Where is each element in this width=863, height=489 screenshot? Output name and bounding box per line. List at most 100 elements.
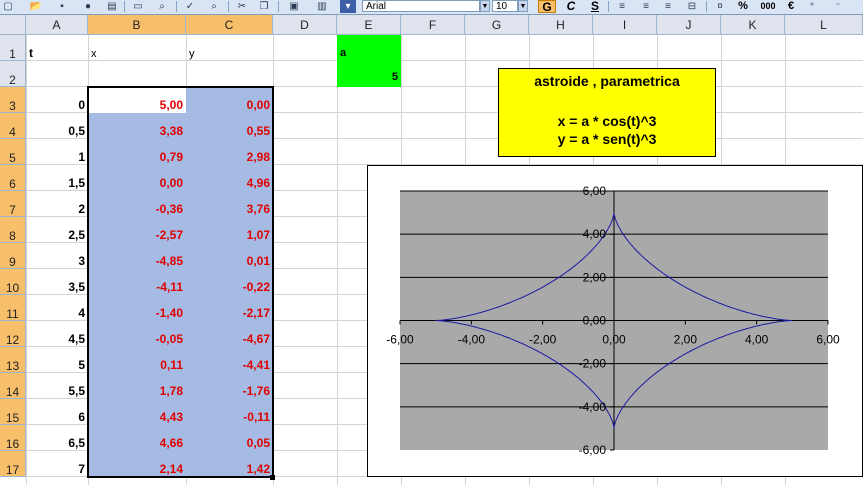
cell-x-value[interactable]: -4,11 — [88, 269, 186, 295]
column-header-h[interactable]: H — [529, 15, 593, 35]
cell-x-value[interactable]: 0,79 — [88, 139, 186, 165]
cell-c1-y-label[interactable]: y — [186, 35, 273, 61]
align-right-icon[interactable]: ≡ — [660, 0, 676, 13]
merge-center-icon[interactable]: ⊟ — [684, 0, 700, 13]
row-header-4[interactable]: 4 — [0, 113, 26, 139]
column-header-d[interactable]: D — [273, 15, 337, 35]
embedded-chart[interactable]: -6,00 -4,00 -2,00 0,00 2,00 4,00 6,00 6,00 4,00 2… — [367, 165, 863, 477]
row-header-11[interactable]: 11 — [0, 295, 26, 321]
cell-x-value[interactable]: 0,11 — [88, 347, 186, 373]
toolbar-options-icon[interactable]: ▾ — [340, 0, 356, 13]
cell-y-value[interactable]: 0,55 — [186, 113, 273, 139]
copy-icon[interactable]: ✂ — [234, 0, 250, 13]
cell-t-value[interactable]: 4,5 — [26, 321, 88, 347]
column-header-i[interactable]: I — [593, 15, 657, 35]
row-header-10[interactable]: 10 — [0, 269, 26, 295]
row-header-6[interactable]: 6 — [0, 165, 26, 191]
cell-x-value[interactable]: -0,36 — [88, 191, 186, 217]
cell-y-value[interactable]: -4,67 — [186, 321, 273, 347]
cell-t-value[interactable]: 2 — [26, 191, 88, 217]
row-header-2[interactable]: 2 — [0, 61, 26, 87]
cell-y-value[interactable]: -4,41 — [186, 347, 273, 373]
increase-decimal-icon[interactable]: ⁺ — [804, 0, 820, 13]
paste-icon[interactable]: ❐ — [256, 0, 272, 13]
italic-button[interactable]: C — [562, 0, 580, 13]
drawing-icon[interactable]: ▥ — [314, 0, 330, 13]
cell-t-value[interactable]: 0 — [26, 87, 88, 113]
cell-t-value[interactable]: 4 — [26, 295, 88, 321]
cell-x-value[interactable]: 2,14 — [88, 451, 186, 477]
cell-t-value[interactable]: 0,5 — [26, 113, 88, 139]
align-left-icon[interactable]: ≡ — [614, 0, 630, 13]
row-header-12[interactable]: 12 — [0, 321, 26, 347]
row-header-17[interactable]: 17 — [0, 451, 26, 477]
cell-x-value[interactable]: 0,00 — [88, 165, 186, 191]
cell-x-value[interactable]: -2,57 — [88, 217, 186, 243]
cell-y-value[interactable]: 0,05 — [186, 425, 273, 451]
underline-button[interactable]: S — [586, 0, 604, 13]
cell-y-value[interactable]: -1,76 — [186, 373, 273, 399]
cell-a1-t-label[interactable]: t — [26, 35, 88, 61]
cell-x-value[interactable]: -4,85 — [88, 243, 186, 269]
chart-wizard-icon[interactable]: ▣ — [286, 0, 302, 13]
bold-button[interactable]: G — [538, 0, 556, 14]
permission-icon[interactable]: ● — [80, 0, 96, 13]
font-size-dropdown-icon[interactable]: ▼ — [518, 0, 528, 12]
column-header-a[interactable]: A — [26, 15, 88, 35]
print-preview-icon[interactable]: ▭ — [130, 0, 146, 13]
font-name-dropdown-icon[interactable]: ▼ — [480, 0, 490, 12]
cell-x-value[interactable]: 1,78 — [88, 373, 186, 399]
column-header-c[interactable]: C — [186, 15, 273, 35]
cell-t-value[interactable]: 2,5 — [26, 217, 88, 243]
euro-button[interactable]: € — [782, 0, 800, 13]
print-icon[interactable]: ▤ — [104, 0, 120, 13]
cell-y-value[interactable]: -0,22 — [186, 269, 273, 295]
cell-y-value[interactable]: 4,96 — [186, 165, 273, 191]
cell-y-value[interactable]: 0,00 — [186, 87, 273, 113]
decrease-decimal-icon[interactable]: ⁻ — [830, 0, 846, 13]
cell-t-value[interactable]: 3,5 — [26, 269, 88, 295]
row-header-14[interactable]: 14 — [0, 373, 26, 399]
cell-x-value[interactable]: -1,40 — [88, 295, 186, 321]
row-header-5[interactable]: 5 — [0, 139, 26, 165]
row-header-1[interactable]: 1 — [0, 35, 26, 61]
cell-e1-e2-parameter-a[interactable]: a 5 — [337, 35, 401, 87]
research-icon[interactable]: ✓ — [182, 0, 198, 13]
cell-t-value[interactable]: 6 — [26, 399, 88, 425]
thousands-button[interactable]: 000 — [756, 0, 780, 13]
cell-y-value[interactable]: 1,42 — [186, 451, 273, 477]
cell-t-value[interactable]: 5 — [26, 347, 88, 373]
cell-x-value[interactable]: 4,66 — [88, 425, 186, 451]
cell-y-value[interactable]: -0,11 — [186, 399, 273, 425]
cell-x-value[interactable]: 3,38 — [88, 113, 186, 139]
open-icon[interactable]: 📂 — [28, 0, 44, 13]
cell-y-value[interactable]: 2,98 — [186, 139, 273, 165]
cell-y-value[interactable]: 3,76 — [186, 191, 273, 217]
align-center-icon[interactable]: ≡ — [638, 0, 654, 13]
spelling-icon[interactable]: ⌕ — [154, 0, 170, 13]
cell-t-value[interactable]: 5,5 — [26, 373, 88, 399]
cell-t-value[interactable]: 1 — [26, 139, 88, 165]
cell-x-value[interactable]: 4,43 — [88, 399, 186, 425]
new-icon[interactable]: ▢ — [0, 0, 16, 13]
font-name-select[interactable]: Arial — [362, 0, 480, 12]
row-header-16[interactable]: 16 — [0, 425, 26, 451]
cell-t-value[interactable]: 1,5 — [26, 165, 88, 191]
column-header-e[interactable]: E — [337, 15, 401, 35]
cell-b1-x-label[interactable]: x — [88, 35, 186, 61]
save-icon[interactable]: ▪ — [54, 0, 70, 13]
cell-y-value[interactable]: -2,17 — [186, 295, 273, 321]
cut-icon[interactable]: ⌕ — [206, 0, 222, 13]
cell-y-value[interactable]: 0,01 — [186, 243, 273, 269]
font-size-select[interactable]: 10 — [492, 0, 518, 12]
cell-t-value[interactable]: 7 — [26, 451, 88, 477]
row-header-7[interactable]: 7 — [0, 191, 26, 217]
row-header-9[interactable]: 9 — [0, 243, 26, 269]
cell-y-value[interactable]: 1,07 — [186, 217, 273, 243]
row-header-8[interactable]: 8 — [0, 217, 26, 243]
row-header-3[interactable]: 3 — [0, 87, 26, 113]
row-header-15[interactable]: 15 — [0, 399, 26, 425]
row-header-13[interactable]: 13 — [0, 347, 26, 373]
cell-t-value[interactable]: 3 — [26, 243, 88, 269]
formula-textbox[interactable]: astroide , parametrica x = a * cos(t)^3 … — [498, 68, 716, 157]
